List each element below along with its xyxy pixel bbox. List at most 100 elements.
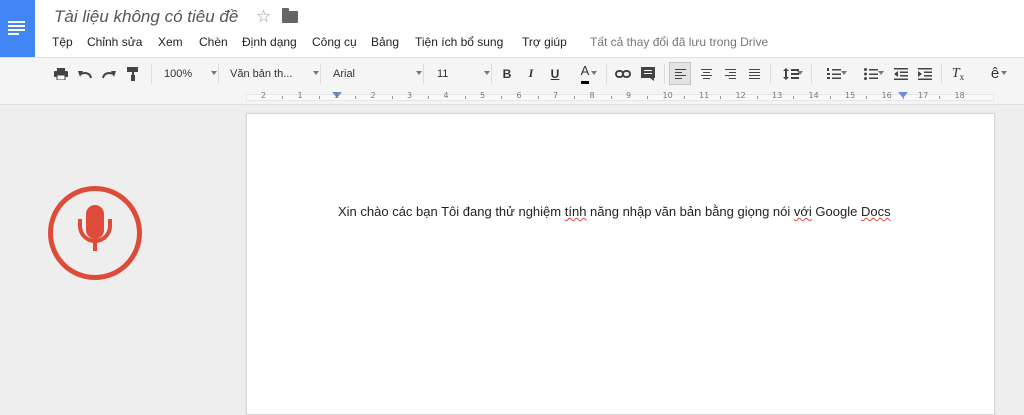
- chevron-down-icon: [1001, 71, 1007, 75]
- save-status[interactable]: Tất cả thay đổi đã lưu trong Drive: [590, 35, 768, 49]
- redo-icon[interactable]: [100, 62, 118, 85]
- ruler-label: 3: [407, 91, 413, 100]
- align-left-button[interactable]: [669, 62, 691, 85]
- ruler-tick: [355, 96, 357, 99]
- ruler-tick: [282, 96, 284, 99]
- folder-icon[interactable]: [282, 8, 298, 23]
- toolbar-separator: [491, 64, 492, 84]
- ruler-tick: [939, 96, 941, 99]
- text-color-label: A: [580, 63, 590, 84]
- ruler[interactable]: 2 1 1 2 3 4 5 6 7 8 9 10 11 12 13 14 15 16 17 18: [0, 90, 1024, 105]
- misspelled-word[interactable]: Docs: [861, 204, 891, 219]
- star-icon[interactable]: ☆: [256, 7, 271, 27]
- bulleted-list-button[interactable]: [855, 62, 887, 85]
- chevron-down-icon: [313, 71, 319, 75]
- menu-view[interactable]: Xem: [158, 35, 183, 49]
- align-right-icon: [724, 67, 736, 81]
- clear-formatting-icon[interactable]: Tx: [947, 62, 969, 85]
- text-color-button[interactable]: A: [570, 62, 600, 85]
- ruler-label: 1: [297, 91, 303, 100]
- ruler-tick: [756, 96, 758, 99]
- font-size-select[interactable]: 11: [431, 62, 493, 85]
- menu-edit[interactable]: Chỉnh sửa: [87, 35, 142, 49]
- chevron-down-icon: [484, 71, 490, 75]
- ruler-tick: [574, 96, 576, 99]
- ruler-tick: [537, 96, 539, 99]
- misspelled-word[interactable]: tính: [565, 204, 587, 219]
- voice-typing-button[interactable]: [48, 186, 142, 280]
- input-tools-button[interactable]: ê: [980, 62, 1010, 85]
- microphone-body: [86, 205, 104, 239]
- justify-button[interactable]: [743, 62, 765, 85]
- menu-table[interactable]: Bảng: [371, 35, 399, 49]
- bold-button[interactable]: B: [498, 62, 516, 85]
- toolbar: 100% Văn bản th... Arial 11 B I U A T x …: [0, 57, 1024, 91]
- ruler-tick: [829, 96, 831, 99]
- paint-format-icon[interactable]: [124, 62, 142, 85]
- toolbar-separator: [320, 64, 321, 84]
- ruler-tick: [391, 96, 393, 99]
- chevron-down-icon: [878, 71, 884, 75]
- comment-icon[interactable]: [638, 62, 658, 85]
- bulleted-list-icon: [864, 67, 878, 80]
- chevron-down-icon: [416, 71, 422, 75]
- ruler-tick: [793, 96, 795, 99]
- style-select[interactable]: Văn bản th...: [224, 62, 322, 85]
- ruler-tick: [902, 96, 904, 99]
- menu-addons[interactable]: Tiện ích bổ sung: [415, 35, 503, 49]
- toolbar-separator: [811, 64, 812, 84]
- ruler-label: 11: [699, 91, 710, 100]
- ruler-label: 1: [334, 91, 340, 100]
- microphone-stand: [93, 241, 97, 251]
- menu-insert[interactable]: Chèn: [199, 35, 228, 49]
- title-bar: Tài liệu không có tiêu đề ☆ Tệp Chỉnh sử…: [0, 0, 1024, 57]
- misspelled-word[interactable]: với: [794, 204, 812, 219]
- document-title[interactable]: Tài liệu không có tiêu đề: [54, 7, 238, 27]
- toolbar-separator: [664, 64, 665, 84]
- ruler-label: 4: [443, 91, 449, 100]
- align-left-icon: [674, 67, 686, 81]
- toolbar-separator: [941, 64, 942, 84]
- align-center-icon: [700, 67, 712, 81]
- numbered-list-button[interactable]: [818, 62, 850, 85]
- zoom-select[interactable]: 100%: [158, 62, 220, 85]
- align-center-button[interactable]: [695, 62, 717, 85]
- ruler-tick: [720, 96, 722, 99]
- chevron-down-icon: [211, 71, 217, 75]
- ruler-label: 2: [261, 91, 267, 100]
- menu-file[interactable]: Tệp: [52, 35, 73, 49]
- document-text: Xin chào các bạn Tôi đang thử nghiệm: [338, 204, 565, 219]
- ruler-tick: [683, 96, 685, 99]
- clear-formatting-label: T: [951, 65, 960, 81]
- chevron-down-icon: [591, 71, 597, 75]
- toolbar-separator: [218, 64, 219, 84]
- ruler-label: 18: [954, 91, 965, 100]
- document-page[interactable]: Xin chào các bạn Tôi đang thử nghiệm tín…: [246, 113, 995, 415]
- increase-indent-icon[interactable]: [915, 62, 935, 85]
- docs-logo-icon[interactable]: [0, 0, 35, 57]
- document-body[interactable]: Xin chào các bạn Tôi đang thử nghiệm tín…: [338, 203, 898, 221]
- ruler-label: 6: [516, 91, 522, 100]
- input-tools-label: ê: [990, 65, 1000, 82]
- ruler-label: 7: [553, 91, 559, 100]
- print-icon[interactable]: [52, 62, 70, 85]
- ruler-tick: [428, 96, 430, 99]
- italic-button[interactable]: I: [522, 62, 540, 85]
- ruler-tick: [318, 96, 320, 99]
- ruler-label: 17: [918, 91, 929, 100]
- line-spacing-button[interactable]: [776, 62, 806, 85]
- ruler-label: 5: [480, 91, 486, 100]
- menu-format[interactable]: Định dạng: [242, 35, 297, 49]
- align-right-button[interactable]: [719, 62, 741, 85]
- ruler-label: 12: [735, 91, 746, 100]
- underline-button[interactable]: U: [546, 62, 564, 85]
- font-select[interactable]: Arial: [327, 62, 425, 85]
- toolbar-separator: [151, 64, 152, 84]
- toolbar-separator: [606, 64, 607, 84]
- menu-help[interactable]: Trợ giúp: [522, 35, 567, 49]
- undo-icon[interactable]: [76, 62, 94, 85]
- link-icon[interactable]: [613, 62, 633, 85]
- decrease-indent-icon[interactable]: [891, 62, 911, 85]
- menu-tools[interactable]: Công cụ: [312, 35, 357, 49]
- chevron-down-icon: [841, 71, 847, 75]
